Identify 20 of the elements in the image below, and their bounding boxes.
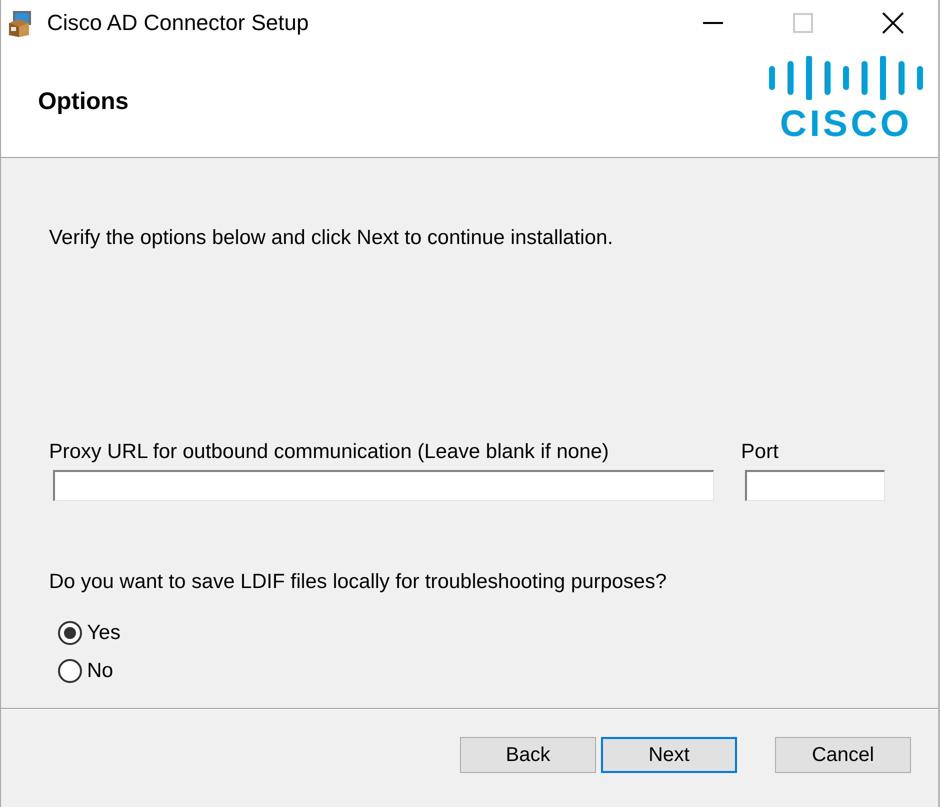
minimize-icon — [703, 22, 723, 24]
radio-label: Yes — [87, 621, 120, 645]
radio-button[interactable] — [58, 659, 82, 683]
wizard-button[interactable]: Back — [460, 737, 596, 773]
close-icon — [882, 12, 904, 34]
field-label: Proxy URL for outbound communication (Leave blank if none) — [49, 440, 610, 464]
intro-text: Verify the options below and click Next to continue installation. — [49, 226, 614, 250]
proxy-url-field[interactable] — [53, 470, 714, 501]
logo-bars-icon — [768, 56, 924, 100]
window-title: Cisco AD Connector Setup — [47, 10, 309, 36]
port-field[interactable] — [745, 470, 885, 501]
page-title: Options — [38, 88, 129, 116]
radio-label: No — [87, 659, 114, 683]
question-text: Do you want to save LDIF files locally for troubleshooting purposes? — [49, 570, 668, 594]
maximize-icon — [793, 13, 813, 33]
logo-text: CISCO — [780, 106, 912, 142]
field-label: Port — [741, 440, 780, 464]
wizard-button[interactable]: Cancel — [775, 737, 911, 773]
radio-button[interactable] — [58, 621, 82, 645]
wizard-button[interactable]: Next — [601, 737, 737, 773]
